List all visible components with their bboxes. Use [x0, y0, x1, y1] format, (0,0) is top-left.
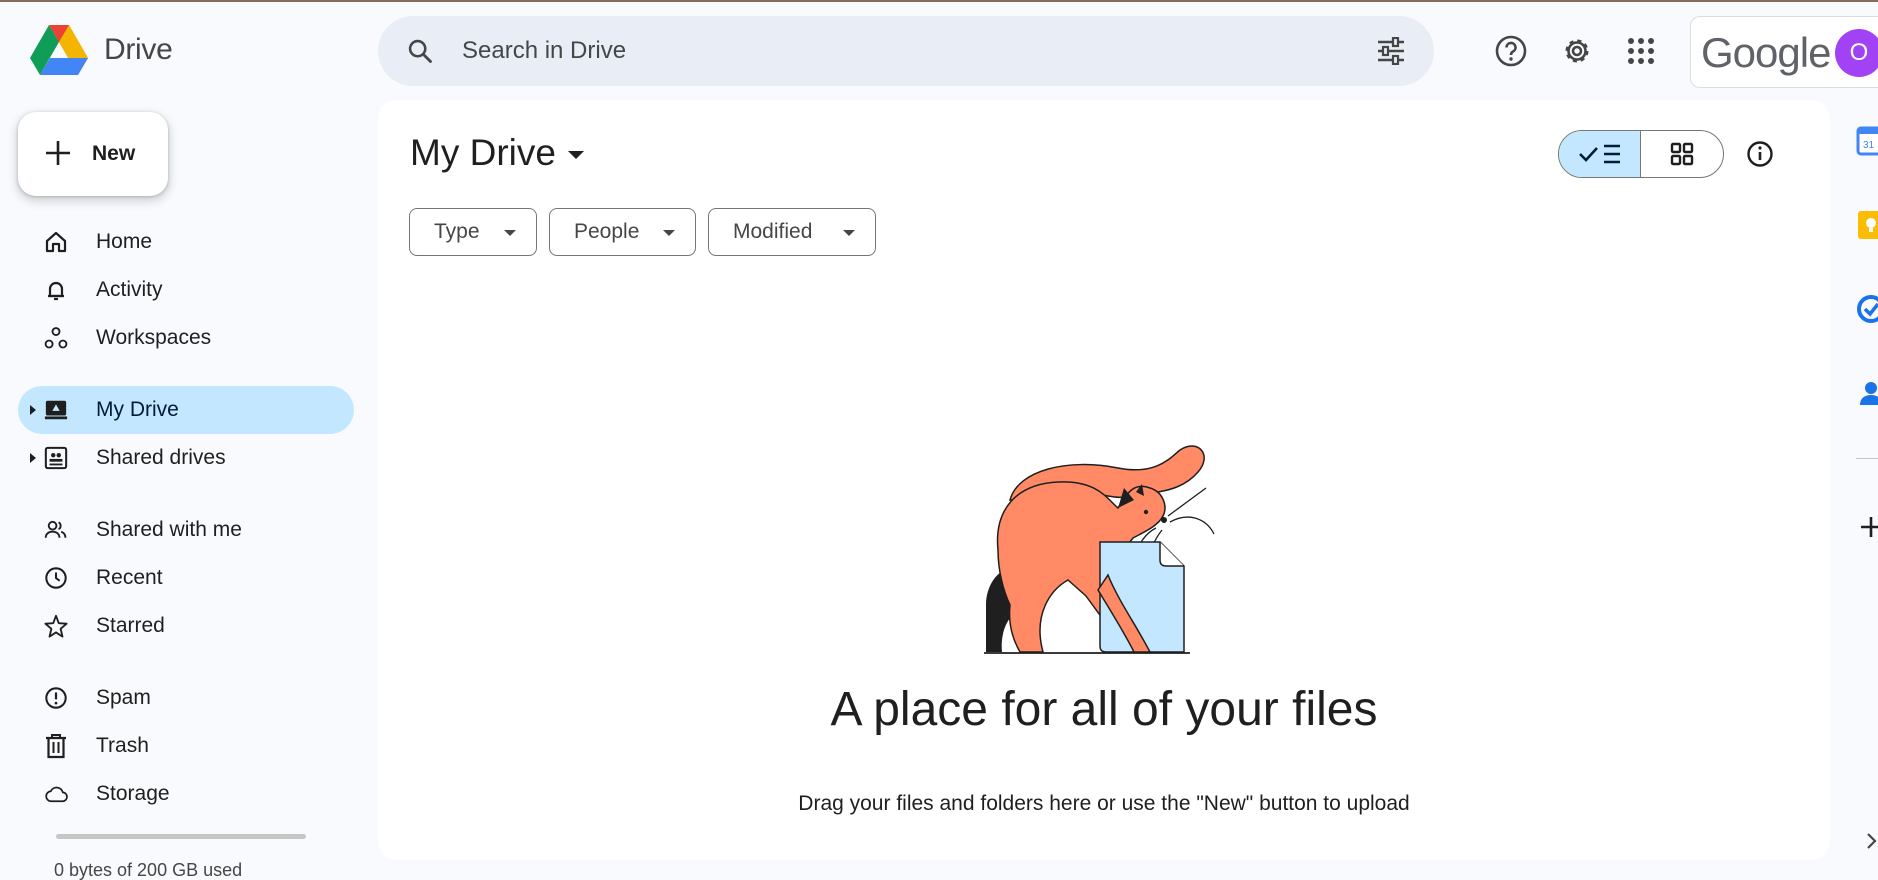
- sidebar-item-trash[interactable]: Trash: [18, 722, 354, 770]
- calendar-icon[interactable]: 31: [1856, 126, 1878, 156]
- sidebar-item-label: Shared with me: [96, 518, 242, 541]
- sidebar-item-recent[interactable]: Recent: [18, 554, 354, 602]
- new-button[interactable]: New: [18, 112, 168, 196]
- account-switcher[interactable]: Google O: [1690, 16, 1878, 88]
- my-drive-title-menu[interactable]: My Drive: [410, 132, 584, 174]
- search-input[interactable]: [462, 28, 1302, 74]
- plus-icon: [44, 139, 72, 170]
- help-icon[interactable]: [1492, 32, 1530, 70]
- storage-usage-bar: [56, 834, 306, 839]
- storage-usage-text: 0 bytes of 200 GB used: [54, 860, 243, 880]
- main-content: My Drive Type People Modified A place fo…: [378, 100, 1830, 860]
- cloud-icon: [44, 782, 68, 806]
- chevron-down-icon: [504, 230, 516, 236]
- sidebar-item-workspaces[interactable]: Workspaces: [18, 314, 354, 362]
- people-icon: [44, 518, 68, 542]
- settings-icon[interactable]: [1558, 32, 1596, 70]
- sidebar-item-label: Home: [96, 230, 153, 253]
- workspaces-icon: [44, 326, 68, 350]
- shared-drives-icon: [44, 446, 68, 470]
- sidebar-item-shared-with-me[interactable]: Shared with me: [18, 506, 354, 554]
- sidebar-item-storage[interactable]: Storage: [18, 770, 354, 818]
- expand-caret-icon[interactable]: [30, 405, 36, 415]
- filter-chip-label: Type: [434, 220, 480, 243]
- drive-logo[interactable]: Drive: [30, 24, 173, 76]
- avatar[interactable]: O: [1835, 29, 1878, 77]
- empty-state-subtitle: Drag your files and folders here or use …: [798, 792, 1410, 815]
- page-title: My Drive: [410, 132, 556, 173]
- sidebar-item-starred[interactable]: Starred: [18, 602, 354, 650]
- expand-icon[interactable]: [1856, 826, 1878, 856]
- sidebar-item-label: My Drive: [96, 398, 179, 421]
- sidebar-item-label: Starred: [96, 614, 165, 637]
- sidebar-item-label: Storage: [96, 782, 170, 805]
- search-options-icon[interactable]: [1376, 36, 1406, 70]
- checkmark-list-icon: [1578, 144, 1620, 164]
- sidebar-item-label: Activity: [96, 278, 163, 301]
- sidebar-item-spam[interactable]: Spam: [18, 674, 354, 722]
- sidebar-item-label: Workspaces: [96, 326, 212, 349]
- clock-icon: [44, 566, 68, 590]
- sidebar-item-home[interactable]: Home: [18, 218, 354, 266]
- chevron-down-icon: [843, 230, 855, 236]
- apps-grid-icon[interactable]: [1622, 32, 1660, 70]
- chevron-down-icon: [567, 151, 584, 159]
- trash-icon: [44, 734, 68, 759]
- home-icon: [44, 230, 68, 254]
- contacts-icon[interactable]: [1856, 378, 1878, 408]
- sidebar-item-shared-drives[interactable]: Shared drives: [18, 434, 354, 482]
- filter-type-chip[interactable]: Type: [409, 208, 537, 256]
- bell-icon: [44, 278, 68, 302]
- info-icon[interactable]: [1742, 136, 1778, 172]
- filter-modified-chip[interactable]: Modified: [708, 208, 876, 256]
- spam-icon: [44, 686, 68, 710]
- cat-with-file-illustration: [984, 445, 1215, 654]
- sidebar-item-my-drive[interactable]: My Drive: [18, 386, 354, 434]
- filter-chip-label: Modified: [733, 220, 813, 243]
- keep-icon[interactable]: [1856, 210, 1878, 240]
- list-view-button[interactable]: [1559, 131, 1641, 177]
- sidebar-item-label: Recent: [96, 566, 163, 589]
- google-logo: Google: [1701, 29, 1831, 76]
- app-name: Drive: [104, 33, 173, 66]
- my-drive-icon: [44, 398, 68, 422]
- filter-chip-label: People: [574, 220, 640, 243]
- expand-caret-icon[interactable]: [30, 453, 36, 463]
- star-icon: [44, 614, 68, 638]
- sidebar-item-label: Shared drives: [96, 446, 226, 469]
- chevron-down-icon: [663, 230, 675, 236]
- sidebar-item-label: Spam: [96, 686, 151, 709]
- view-toggle: [1558, 130, 1724, 178]
- filter-people-chip[interactable]: People: [549, 208, 696, 256]
- grid-icon: [1670, 142, 1694, 166]
- grid-view-button[interactable]: [1641, 131, 1723, 177]
- new-button-label: New: [92, 142, 136, 165]
- search-bar[interactable]: [378, 16, 1434, 86]
- sidebar-item-label: Trash: [96, 734, 149, 757]
- rail-divider: [1856, 458, 1878, 459]
- tasks-icon[interactable]: [1856, 294, 1878, 324]
- empty-state-title: A place for all of your files: [830, 683, 1378, 736]
- add-icon[interactable]: [1856, 512, 1878, 542]
- svg-text:31: 31: [1863, 140, 1875, 151]
- search-icon[interactable]: [406, 37, 434, 70]
- sidebar-item-activity[interactable]: Activity: [18, 266, 354, 314]
- drive-logo-icon: [30, 25, 88, 75]
